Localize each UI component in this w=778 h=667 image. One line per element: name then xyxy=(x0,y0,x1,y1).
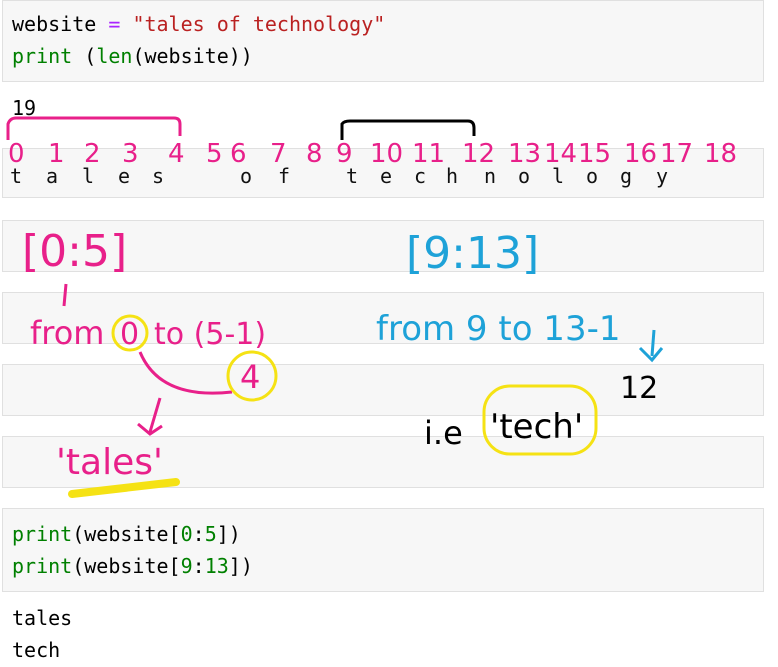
left-tick xyxy=(62,283,68,307)
right-twelve-text: 12 xyxy=(620,371,658,406)
code-token-close: ]) xyxy=(216,522,241,546)
index-label: 9 xyxy=(336,139,353,169)
right-result-text: 'tech' xyxy=(490,407,583,447)
code-token-num: 13 xyxy=(204,554,229,578)
code-token-args: (website[ xyxy=(72,522,181,546)
index-label: 0 xyxy=(8,139,25,169)
curve-arrow xyxy=(138,351,233,395)
index-label: 16 xyxy=(624,139,657,169)
index-label: 18 xyxy=(704,139,737,169)
code-line-3: print(website[0:5]) xyxy=(12,518,241,550)
index-label: 4 xyxy=(168,139,185,169)
code-token-num: 9 xyxy=(180,554,193,578)
index-labels: 0 1 2 3 4 5 6 7 8 9 10 11 12 13 14 15 16 17 18 xyxy=(8,139,737,169)
brace-0-4 xyxy=(6,116,182,140)
output-2-line-1: tales xyxy=(12,606,73,630)
index-label: 1 xyxy=(48,139,65,169)
left-zero-text: 0 xyxy=(120,317,139,352)
code-token-colon: : xyxy=(192,554,205,578)
down-arrow-right xyxy=(638,329,664,363)
code-token-num: 0 xyxy=(180,522,193,546)
index-label: 5 xyxy=(206,139,223,169)
index-label: 7 xyxy=(270,139,287,169)
code-line-4: print(website[9:13]) xyxy=(12,550,253,582)
index-label: 15 xyxy=(578,139,611,169)
left-result-text: 'tales' xyxy=(56,442,163,483)
index-label: 17 xyxy=(660,139,693,169)
index-label: 14 xyxy=(544,139,577,169)
index-label: 12 xyxy=(462,139,495,169)
left-to-text: to (5-1) xyxy=(154,317,266,352)
index-label: 13 xyxy=(508,139,541,169)
brace-9-12 xyxy=(340,119,476,140)
code-token-close: ]) xyxy=(228,554,253,578)
code-token-num: 5 xyxy=(204,522,217,546)
left-slice-label: [0:5] xyxy=(22,226,127,277)
left-from-text: from xyxy=(30,314,104,352)
code-token-print: print xyxy=(12,522,73,546)
index-label: 8 xyxy=(306,139,323,169)
output-2-line-2: tech xyxy=(12,638,61,662)
index-label: 3 xyxy=(122,139,139,169)
underline-highlight xyxy=(68,478,180,498)
index-label: 2 xyxy=(84,139,101,169)
code-token-print: print xyxy=(12,554,73,578)
index-label: 10 xyxy=(370,139,403,169)
left-four-text: 4 xyxy=(240,358,260,396)
code-token-colon: : xyxy=(192,522,205,546)
right-from-text: from 9 to 13-1 xyxy=(376,309,620,349)
code-token-args: (website[ xyxy=(72,554,181,578)
right-ie-text: i.e xyxy=(424,414,463,452)
index-label: 6 xyxy=(230,139,247,169)
right-slice-label: [9:13] xyxy=(406,228,539,279)
index-label: 11 xyxy=(412,139,445,169)
down-arrow-left xyxy=(137,397,163,436)
